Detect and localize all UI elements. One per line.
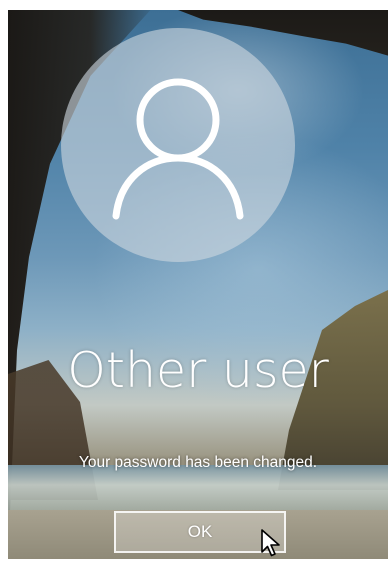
user-silhouette-icon	[112, 78, 244, 220]
mouse-cursor-icon	[261, 529, 280, 557]
user-avatar	[61, 28, 295, 262]
username-label: Other user	[67, 342, 329, 399]
lock-screen: Other user Your password has been change…	[8, 10, 388, 559]
background-sea	[8, 465, 388, 515]
status-message: Your password has been changed.	[78, 454, 318, 471]
